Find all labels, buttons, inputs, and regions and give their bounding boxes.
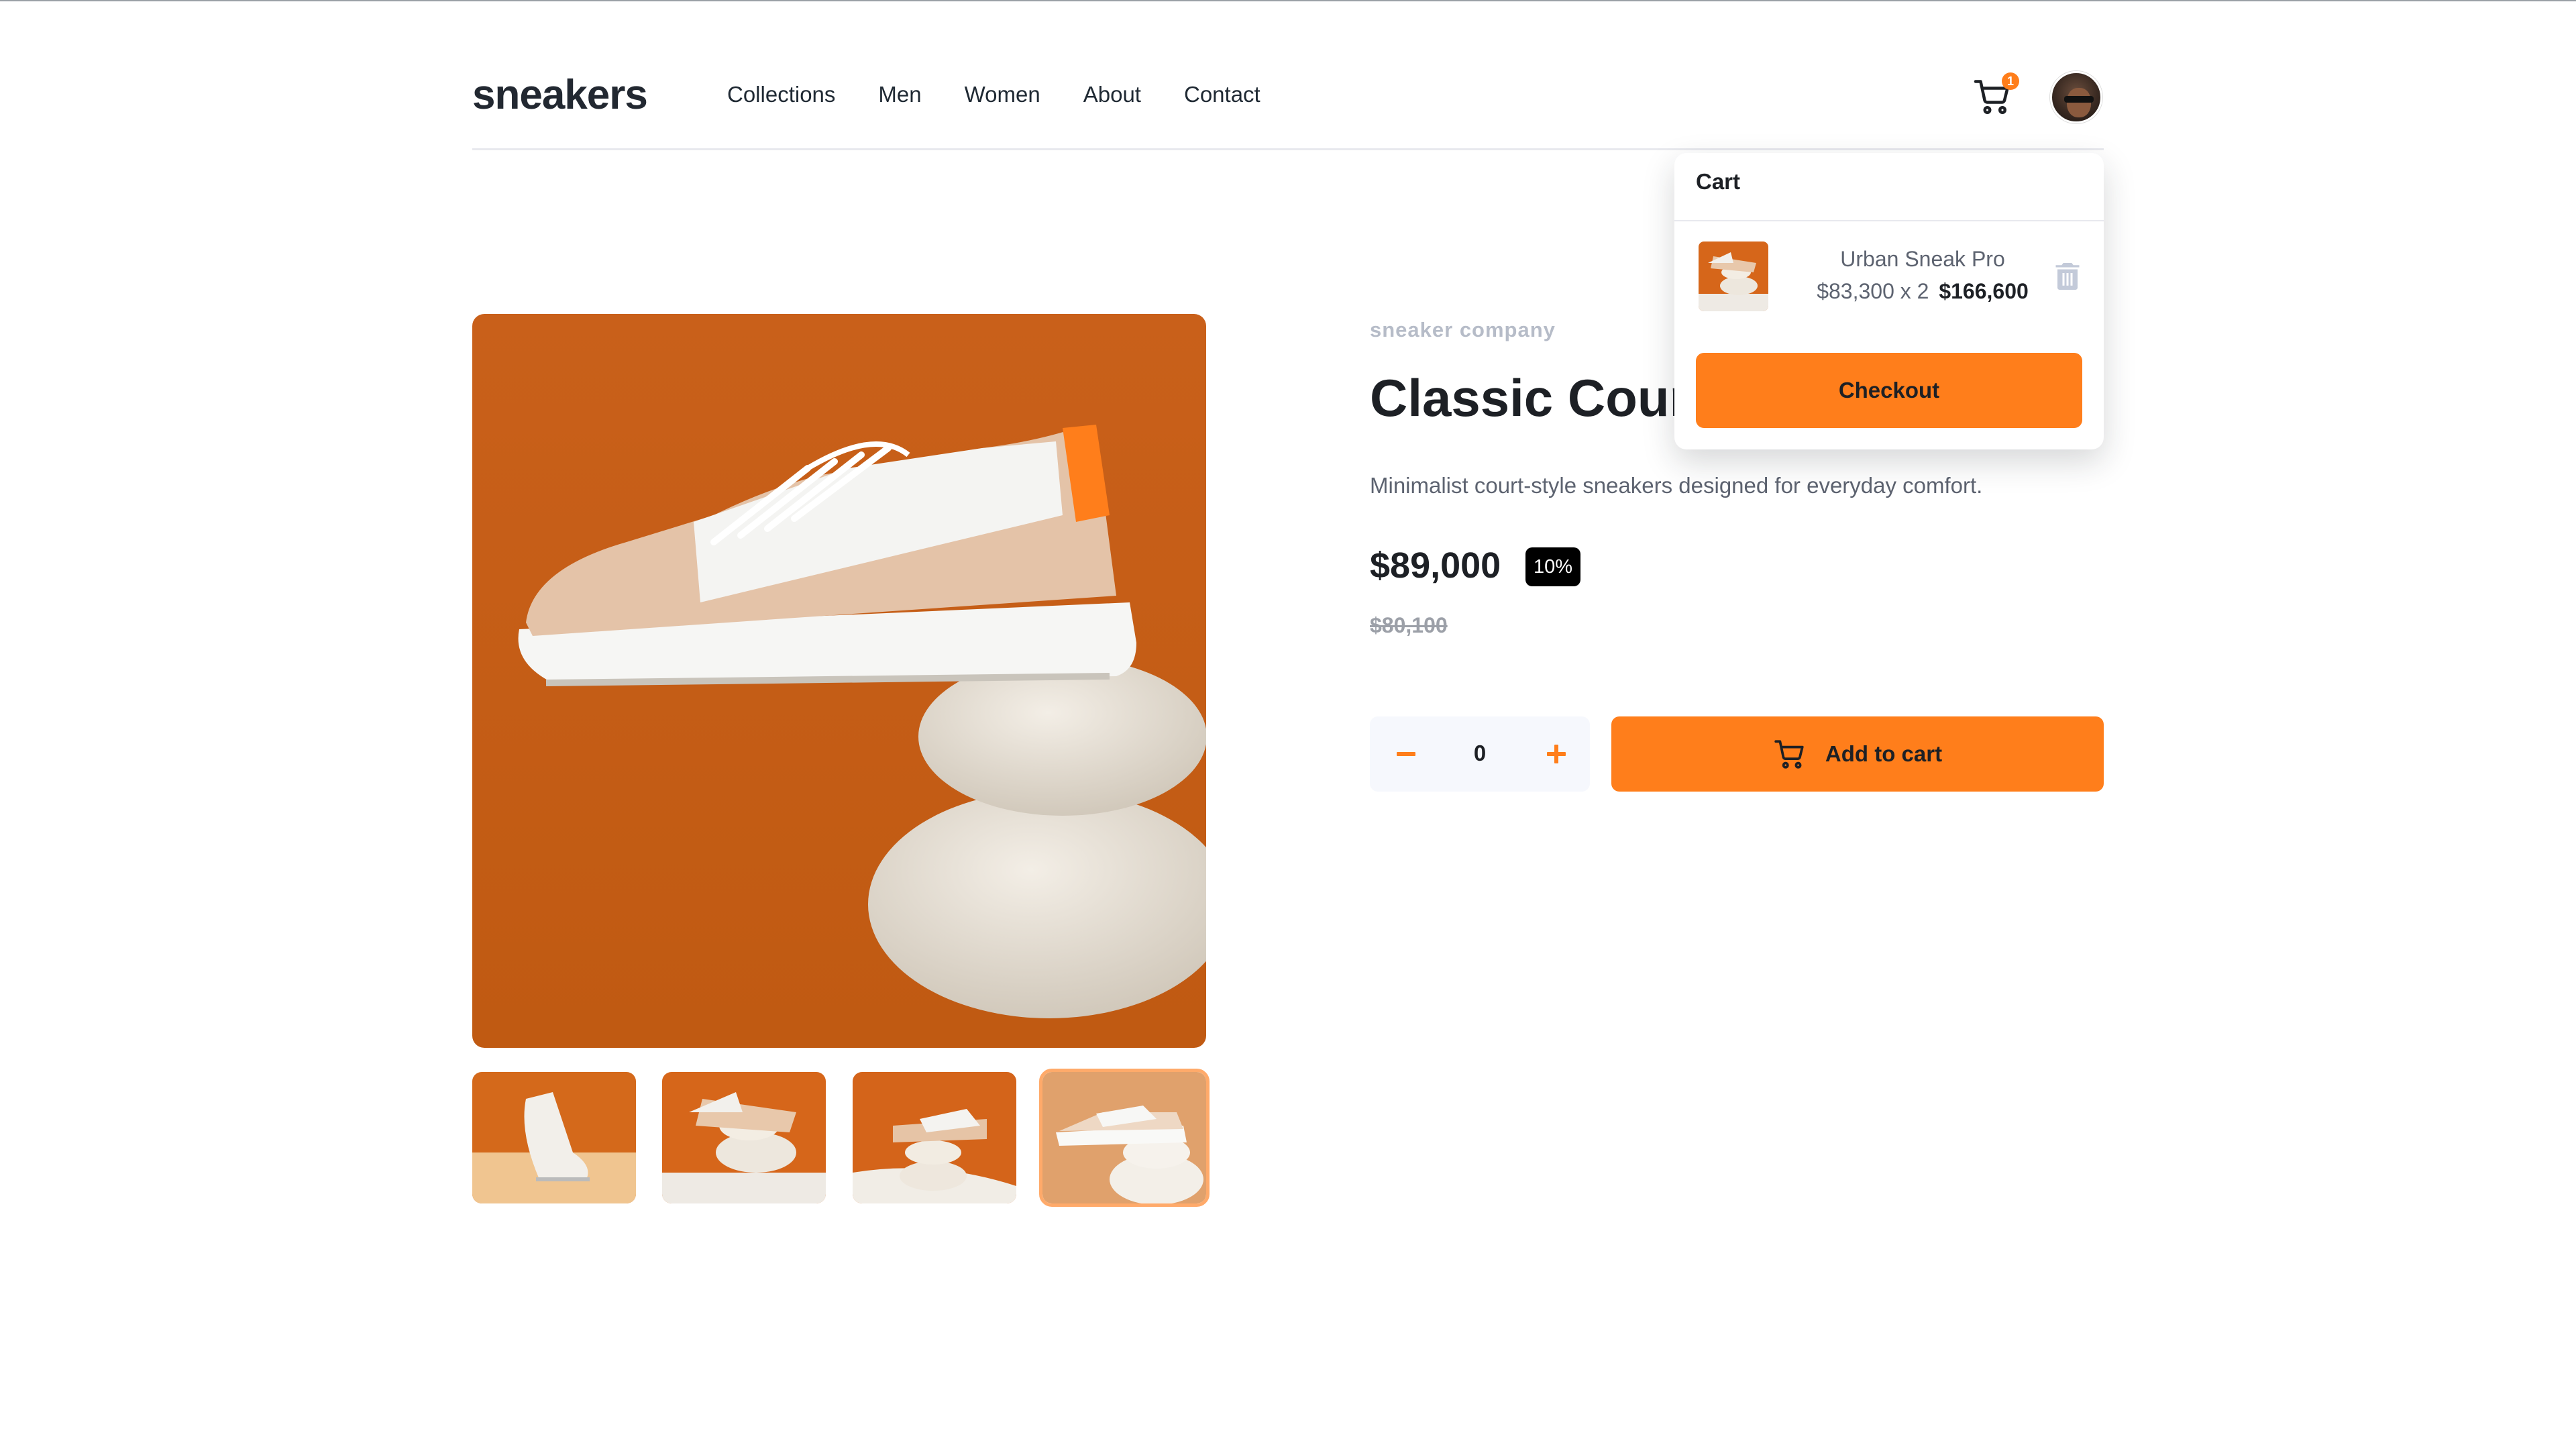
thumbnail-strip xyxy=(472,1069,1210,1207)
thumbnail-4-image xyxy=(1042,1072,1206,1203)
cart-item-total: $166,600 xyxy=(1939,279,2029,303)
minus-icon xyxy=(1397,752,1415,756)
site-logo[interactable]: sneakers xyxy=(472,71,648,119)
product-title: Classic Court xyxy=(1370,368,1707,427)
product-description: Minimalist court-style sneakers designed… xyxy=(1370,473,1983,498)
cart-icon xyxy=(1774,740,1804,769)
main-nav: Collections Men Women About Contact xyxy=(727,82,1303,107)
nav-collections[interactable]: Collections xyxy=(727,82,835,107)
cart-count-badge: 1 xyxy=(2002,72,2019,90)
thumbnail-2-image xyxy=(662,1072,826,1203)
product-company: sneaker company xyxy=(1370,318,1556,341)
thumbnail-3[interactable] xyxy=(852,1072,1016,1203)
thumbnail-4[interactable] xyxy=(1038,1069,1210,1207)
nav-men[interactable]: Men xyxy=(878,82,921,107)
cart-item-price-line: $83,300 x 2 $166,600 xyxy=(1782,279,2063,304)
delete-item-button[interactable] xyxy=(2055,263,2080,290)
avatar-glasses xyxy=(2064,96,2094,103)
cart-divider xyxy=(1674,220,2104,221)
thumbnail-1-image xyxy=(472,1072,636,1203)
nav-contact[interactable]: Contact xyxy=(1184,82,1260,107)
nav-women[interactable]: Women xyxy=(965,82,1040,107)
cart-title: Cart xyxy=(1696,169,1741,194)
quantity-value: 0 xyxy=(1473,741,1487,765)
cart-item-name: Urban Sneak Pro xyxy=(1840,247,2005,271)
increase-quantity-button[interactable] xyxy=(1534,731,1579,777)
add-to-cart-label: Add to cart xyxy=(1825,741,1943,766)
trash-icon xyxy=(2055,263,2080,290)
cart-item-image xyxy=(1699,241,1768,311)
sneaker-on-stones-image xyxy=(472,314,1206,1048)
quantity-stepper: 0 xyxy=(1370,716,1590,792)
add-to-cart-button[interactable]: Add to cart xyxy=(1611,716,2104,792)
plus-icon xyxy=(1547,745,1566,763)
avatar[interactable] xyxy=(2050,71,2102,123)
decrease-quantity-button[interactable] xyxy=(1381,731,1426,777)
thumbnail-3-image xyxy=(852,1072,1016,1203)
discount-badge: 10% xyxy=(1525,547,1581,586)
nav-about[interactable]: About xyxy=(1083,82,1141,107)
thumbnail-2[interactable] xyxy=(662,1072,826,1203)
site-header: sneakers Collections Men Women About Con… xyxy=(472,67,2104,150)
avatar-face xyxy=(2067,88,2091,117)
original-price: $80,100 xyxy=(1370,613,1448,637)
cart-item-unit-price-qty: $83,300 x 2 xyxy=(1817,279,1929,303)
cart-dropdown: Cart Urban Sneak Pro $83,300 x 2 $166,60… xyxy=(1674,153,2104,449)
cart-item-thumbnail xyxy=(1699,241,1768,311)
checkout-button[interactable]: Checkout xyxy=(1696,353,2082,428)
product-price: $89,000 xyxy=(1370,545,1501,586)
main-product-image[interactable] xyxy=(472,314,1206,1048)
window-top-border xyxy=(0,0,2576,1)
thumbnail-1[interactable] xyxy=(472,1072,636,1203)
